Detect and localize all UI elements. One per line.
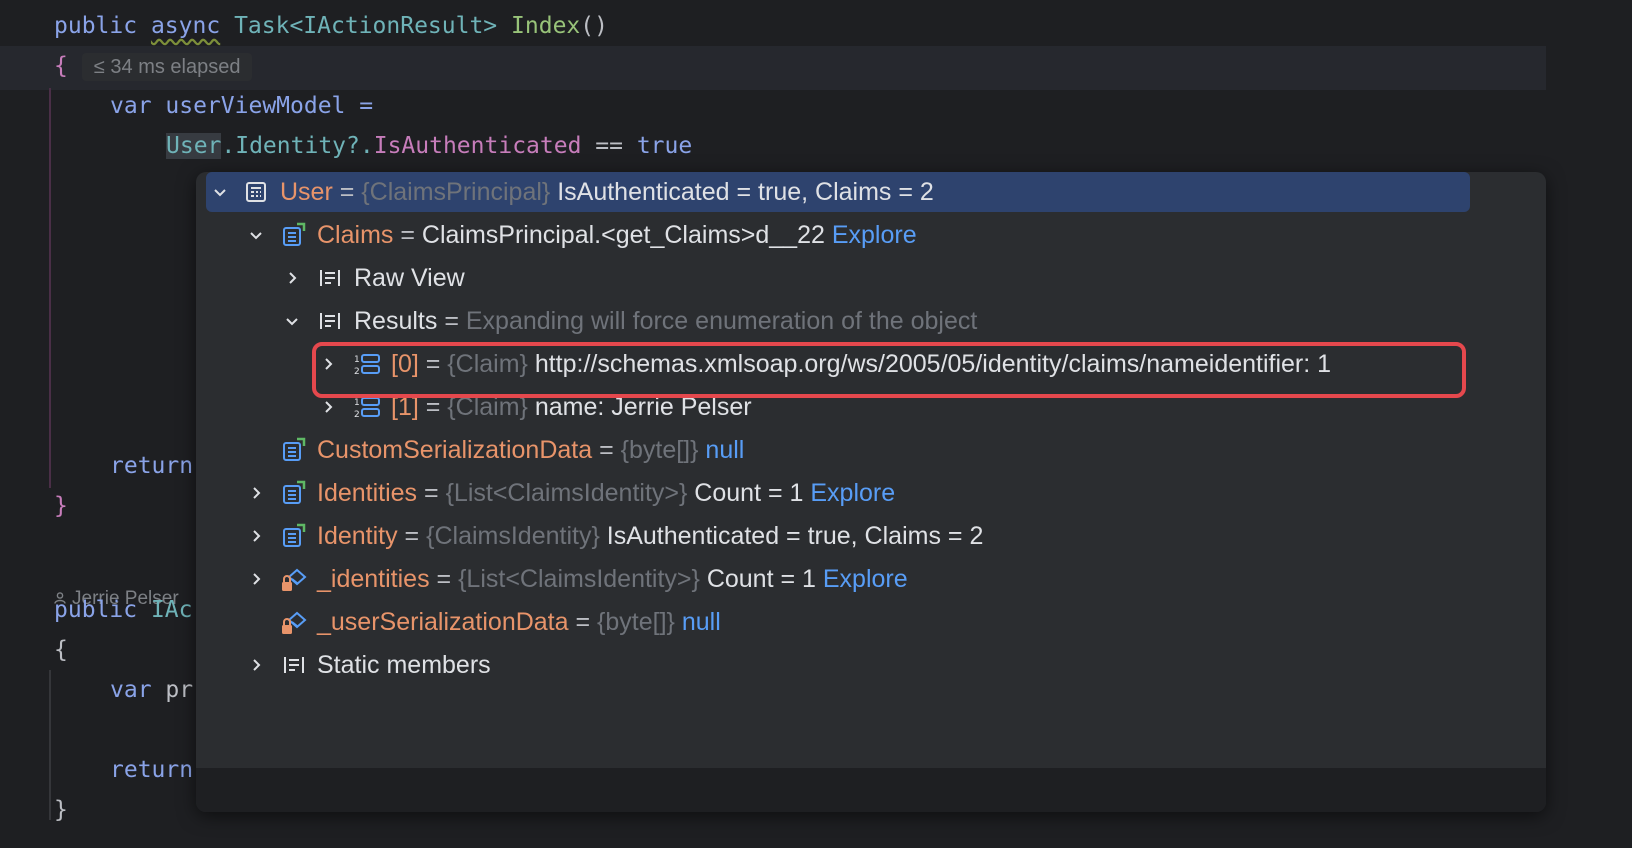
code-line-return[interactable]: return xyxy=(110,446,193,486)
code-line-user-check[interactable]: User.Identity?.IsAuthenticated == true xyxy=(166,126,692,166)
datatip-row-static-members[interactable]: Static members xyxy=(206,645,1470,685)
private-field-icon xyxy=(280,559,308,599)
datatip-row-private-identities[interactable]: _identities = {List<ClaimsIdentity>} Cou… xyxy=(206,559,1470,599)
elapsed-time-hint: ≤ 34 ms elapsed xyxy=(81,52,253,81)
chevron-right-icon[interactable] xyxy=(248,516,264,556)
explore-link[interactable]: Explore xyxy=(810,479,895,507)
property-icon xyxy=(280,215,308,255)
scope-guide-2 xyxy=(49,670,51,820)
code-line-var-2[interactable]: var pr xyxy=(110,670,193,710)
code-line-signature[interactable]: public async Task<IActionResult> Index() xyxy=(54,6,608,46)
chevron-down-icon[interactable] xyxy=(284,301,300,341)
code-line-open-brace[interactable]: {≤ 34 ms elapsed xyxy=(54,46,253,86)
code-line-open-brace-2[interactable]: { xyxy=(54,630,68,670)
user-token[interactable]: User xyxy=(166,133,222,159)
scope-guide xyxy=(49,88,51,488)
datatip-row-results[interactable]: Results = Expanding will force enumerati… xyxy=(206,301,1470,341)
datatip-row-claims[interactable]: Claims = ClaimsPrincipal.<get_Claims>d__… xyxy=(206,215,1470,255)
svg-text:2: 2 xyxy=(354,410,360,420)
chevron-down-icon[interactable] xyxy=(248,215,264,255)
highlight-annotation-box xyxy=(312,342,1466,398)
editor-right-margin xyxy=(1546,0,1632,848)
datatip-row-identity[interactable]: Identity = {ClaimsIdentity} IsAuthentica… xyxy=(206,516,1470,556)
datatip-footer xyxy=(196,768,1546,812)
raw-view-icon xyxy=(280,645,308,685)
chevron-right-icon[interactable] xyxy=(248,473,264,513)
datatip-row-custom-serialization-data[interactable]: CustomSerializationData = {byte[]} null xyxy=(206,430,1470,470)
property-icon xyxy=(280,430,308,470)
code-line-var[interactable]: var userViewModel = xyxy=(110,86,373,126)
code-line-close-brace-2[interactable]: } xyxy=(54,790,68,830)
chevron-right-icon[interactable] xyxy=(284,258,300,298)
property-icon xyxy=(280,516,308,556)
explore-link[interactable]: Explore xyxy=(832,221,917,249)
chevron-right-icon[interactable] xyxy=(248,645,264,685)
object-icon xyxy=(242,172,270,212)
datatip-row-raw-view[interactable]: Raw View xyxy=(206,258,1470,298)
code-line-signature-2[interactable]: public IAc xyxy=(54,590,193,630)
svg-text:1: 1 xyxy=(354,398,360,408)
chevron-right-icon[interactable] xyxy=(248,559,264,599)
datatip-row-user[interactable]: User = {ClaimsPrincipal} IsAuthenticated… xyxy=(206,172,1470,212)
code-line-close-brace[interactable]: } xyxy=(54,486,68,526)
private-field-icon xyxy=(280,602,308,642)
raw-view-icon xyxy=(316,258,344,298)
datatip-row-user-serialization-data[interactable]: _userSerializationData = {byte[]} null xyxy=(206,602,1470,642)
property-icon xyxy=(280,473,308,513)
chevron-down-icon[interactable] xyxy=(212,172,228,212)
raw-view-icon xyxy=(316,301,344,341)
explore-link[interactable]: Explore xyxy=(823,565,908,593)
datatip-row-identities[interactable]: Identities = {List<ClaimsIdentity>} Coun… xyxy=(206,473,1470,513)
code-line-return-2[interactable]: return xyxy=(110,750,193,790)
debugger-datatip-popup[interactable]: User = {ClaimsPrincipal} IsAuthenticated… xyxy=(196,172,1546,812)
